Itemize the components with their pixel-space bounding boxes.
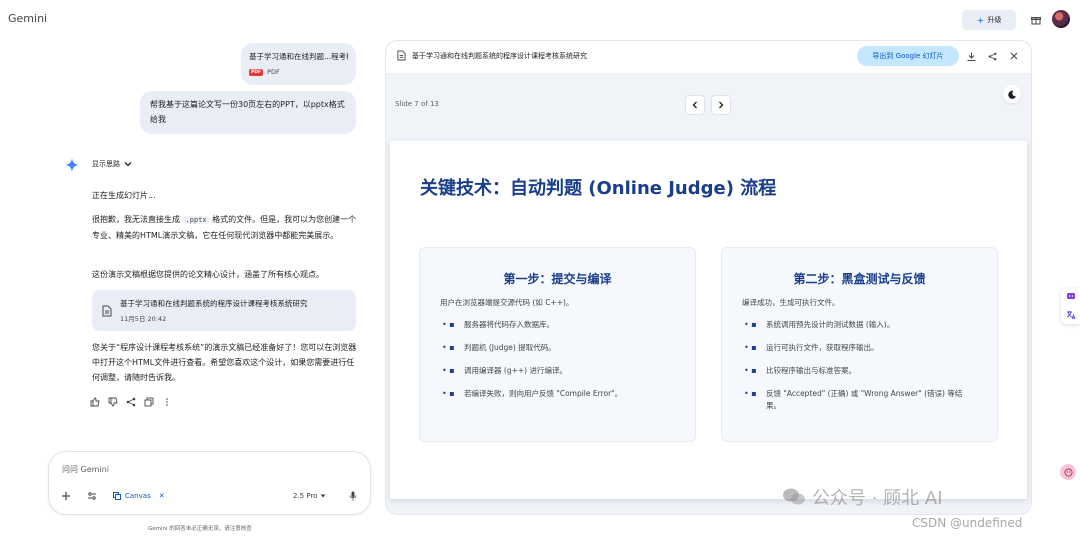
watermark-csdn: CSDN @undefined: [912, 516, 1023, 530]
response-paragraph-3: 您关于“程序设计课程考核系统”的演示文稿已经准备好了！您可以在浏览器中打开这个H…: [92, 343, 357, 382]
step-1-subtitle: 用户在浏览器端提交源代码 (如 C++)。: [440, 298, 574, 307]
bullet-icon: • ▪: [744, 320, 757, 329]
list-item: • ▪ 判题机 (Judge) 提取代码。: [442, 342, 695, 354]
list-item: • ▪ 运行可执行文件，获取程序输出。: [744, 342, 977, 354]
tools-icon[interactable]: [87, 491, 97, 501]
chevron-right-icon: [717, 101, 725, 109]
moon-icon: [1007, 90, 1017, 99]
next-slide-button[interactable]: [711, 95, 731, 115]
show-thinking-toggle[interactable]: 显示思路: [92, 159, 132, 169]
response-paragraph-2: 这份演示文稿根据您提供的论文精心设计，涵盖了所有核心观点。: [92, 270, 324, 279]
list-item: • ▪ 反馈 "Accepted" (正确) 或 "Wrong Answer" (…: [744, 388, 977, 412]
bullet-icon: • ▪: [442, 320, 455, 329]
step-2-card: 第二步：黑盒测试与反馈 编译成功，生成可执行文件。 • ▪ 系统调用预先设计的测试…: [721, 247, 998, 442]
response-actions: [90, 397, 172, 407]
caret-down-icon: [320, 493, 326, 499]
list-item: • ▪ 系统调用预先设计的测试数据 (输入)。: [744, 319, 977, 331]
upgrade-button[interactable]: 升级: [962, 10, 1016, 30]
step-2-subtitle: 编译成功，生成可执行文件。: [742, 298, 840, 307]
disclaimer: Gemini 的回答未必正确无误，请注意核查: [148, 526, 252, 532]
more-options-icon[interactable]: [162, 397, 172, 407]
model-selector[interactable]: 2.5 Pro: [293, 492, 326, 500]
canvas-chip[interactable]: Canvas ✕: [113, 492, 165, 500]
gift-icon[interactable]: [1028, 12, 1044, 28]
list-item: • ▪ 调用编译器 (g++) 进行编译。: [442, 365, 695, 377]
previous-slide-button[interactable]: [685, 95, 705, 115]
list-item-text: 判题机 (Judge) 提取代码。: [464, 343, 556, 352]
slide-title: 关键技术：自动判题 (Online Judge) 流程: [420, 178, 777, 199]
prompt-input-box[interactable]: [48, 451, 371, 515]
list-item: • ▪ 比较程序输出与标准答案。: [744, 365, 977, 377]
assistant-bubble-icon[interactable]: [1060, 464, 1076, 480]
microphone-icon[interactable]: [349, 491, 357, 501]
copy-icon[interactable]: [144, 397, 154, 407]
list-item-text: 若编译失败，则向用户反馈 "Compile Error"。: [464, 389, 623, 398]
list-item-text: 系统调用预先设计的测试数据 (输入)。: [766, 320, 895, 329]
dark-mode-toggle[interactable]: [1003, 85, 1021, 103]
avatar[interactable]: [1052, 10, 1070, 28]
response-generating: 正在生成幻灯片...: [92, 191, 156, 200]
bullet-icon: • ▪: [442, 343, 455, 352]
sparkle-icon: [976, 16, 984, 24]
slide-counter: Slide 7 of 13: [395, 100, 439, 108]
document-date: 11月5日 20:42: [120, 315, 167, 323]
app-title[interactable]: Gemini: [8, 12, 47, 25]
gemini-sparkle-icon: [65, 158, 79, 172]
pdf-icon: PDF: [249, 68, 264, 76]
close-icon[interactable]: [1006, 48, 1022, 64]
wechat-icon: [782, 487, 806, 507]
file-name: 基于学习通和在线判题...程考核: [249, 52, 348, 61]
thinking-label: 显示思路: [92, 160, 120, 168]
document-icon: [102, 305, 112, 317]
bullet-icon: • ▪: [744, 389, 757, 398]
bullet-icon: • ▪: [744, 366, 757, 375]
close-icon[interactable]: ✕: [159, 492, 165, 500]
step-1-card: 第一步：提交与编译 用户在浏览器端提交源代码 (如 C++)。 • ▪ 服务器将代…: [419, 247, 696, 442]
list-item: • ▪ 若编译失败，则向用户反馈 "Compile Error"。: [442, 388, 695, 400]
list-item-text: 反馈 "Accepted" (正确) 或 "Wrong Answer" (错误)…: [765, 389, 963, 410]
share-icon[interactable]: [984, 48, 1000, 64]
share-icon[interactable]: [126, 397, 136, 407]
document-icon: [397, 50, 406, 61]
bullet-icon: • ▪: [744, 343, 757, 352]
bullet-icon: • ▪: [442, 366, 455, 375]
document-card[interactable]: 基于学习通和在线判题系统的程序设计课程考核系统研究 11月5日 20:42: [92, 290, 356, 331]
download-icon[interactable]: [963, 48, 979, 64]
list-item-text: 服务器将代码存入数据库。: [464, 320, 554, 329]
chevron-left-icon: [691, 101, 699, 109]
side-widget[interactable]: [1061, 288, 1080, 324]
translate-icon[interactable]: [1066, 310, 1076, 320]
document-title: 基于学习通和在线判题系统的程序设计课程考核系统研究: [120, 299, 308, 308]
watermark-wechat: 公众号 · 顾北 AI: [782, 484, 943, 510]
list-item: • ▪ 服务器将代码存入数据库。: [442, 319, 695, 331]
thumbs-down-icon[interactable]: [108, 397, 118, 407]
thumbs-up-icon[interactable]: [90, 397, 100, 407]
canvas-label: Canvas: [125, 492, 151, 500]
add-icon[interactable]: [61, 491, 71, 501]
prompt-input-placeholder[interactable]: 问问 Gemini: [62, 464, 109, 475]
file-type: PDF: [267, 68, 280, 76]
resp-p1-text-a: 很抱歉，我无法直接生成: [92, 215, 183, 224]
model-label: 2.5 Pro: [293, 492, 318, 500]
canvas-icon: [113, 492, 121, 500]
uploaded-file-chip[interactable]: 基于学习通和在线判题...程考核 PDF PDF: [241, 43, 356, 85]
watermark-text: 公众号 · 顾北 AI: [812, 488, 943, 509]
step-1-title: 第一步：提交与编译: [503, 272, 612, 286]
list-item-text: 运行可执行文件，获取程序输出。: [766, 343, 879, 352]
chevron-down-icon: [124, 160, 132, 168]
code-snippet: .pptx: [182, 216, 210, 224]
user-message: 帮我基于这篇论文写一份30页左右的PPT，以pptx格式给我: [140, 91, 356, 134]
step-2-title: 第二步：黑盒测试与反馈: [793, 272, 926, 286]
list-item-text: 比较程序输出与标准答案。: [766, 366, 856, 375]
chat-bot-icon[interactable]: [1066, 292, 1076, 302]
response-paragraph-1: 很抱歉，我无法直接生成 .pptx 格式的文件。但是，我可以为您创建一个专业、精…: [92, 212, 357, 243]
upgrade-label: 升级: [987, 16, 1002, 24]
canvas-title: 基于学习通和在线判题系统的程序设计课程考核系统研究: [412, 52, 587, 60]
bullet-icon: • ▪: [442, 389, 455, 398]
export-to-slides-button[interactable]: 导出到 Google 幻灯片: [857, 46, 959, 66]
list-item-text: 调用编译器 (g++) 进行编译。: [464, 366, 567, 375]
